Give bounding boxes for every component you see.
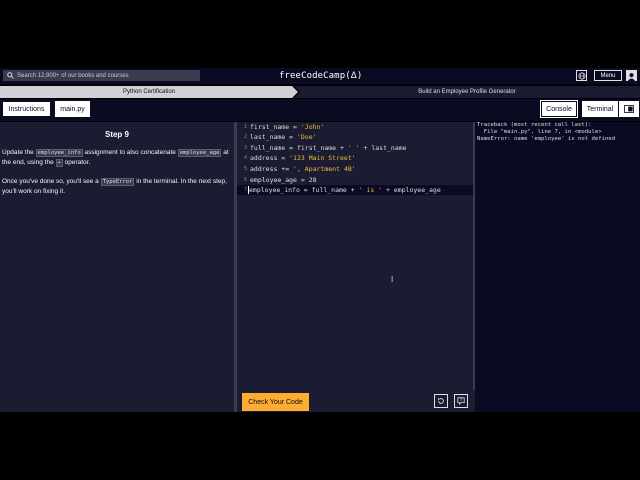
line-code: full_name = first_name + ' ' + last_name <box>250 143 407 153</box>
line-code: employee_info = full_name + ' is ' + emp… <box>248 185 441 195</box>
tab-bar: Instructions main.py Console Terminal <box>0 99 640 121</box>
user-icon <box>627 73 636 81</box>
tab-instructions[interactable]: Instructions <box>2 101 51 117</box>
code-text: + employee_age <box>382 186 441 194</box>
code-text: employee_age = 28 <box>250 176 317 184</box>
text: Once you've done so, you'll see a <box>2 178 101 185</box>
brand-name: freeCodeCamp( <box>279 71 351 81</box>
code-string: ', Apartment 4B' <box>293 165 356 173</box>
code-text: address = <box>250 154 290 162</box>
code-line[interactable]: 3 full_name = first_name + ' ' + last_nam… <box>237 143 473 153</box>
tab-console[interactable]: Console <box>540 100 578 118</box>
code-line[interactable]: 1 first_name = 'John' <box>237 122 473 132</box>
editor-footer: Check Your Code ? <box>237 390 477 412</box>
text: assignment to also concatenate <box>82 149 178 156</box>
svg-text:?: ? <box>460 398 462 403</box>
inline-code: TypeError <box>100 178 135 186</box>
line-number: 6 <box>243 177 247 183</box>
help-icon: ? <box>457 397 465 405</box>
code-line[interactable]: 5 address += ', Apartment 4B' <box>237 164 473 174</box>
terminal-output: Traceback (most recent call last): File … <box>475 122 640 412</box>
instructions-panel: Step 9 Update the employee_info assignme… <box>0 122 234 412</box>
code-string: ' is ' <box>358 186 383 194</box>
search-placeholder: Search 12,900+ of our books and courses <box>17 72 129 79</box>
brand-close: ) <box>356 71 363 81</box>
brand-logo[interactable]: freeCodeCamp(Δ) <box>279 70 362 81</box>
breadcrumb-item-project[interactable]: Build an Employee Profile Generator <box>294 86 640 98</box>
inline-code: employee_info <box>35 149 83 157</box>
code-text: full_name = first_name + <box>250 144 348 152</box>
tab-main-py[interactable]: main.py <box>55 101 90 117</box>
line-code: address = '123 Main Street' <box>250 153 356 163</box>
line-code: address += ', Apartment 4B' <box>250 164 356 174</box>
text: Update the <box>2 149 36 156</box>
search-input[interactable]: Search 12,900+ of our books and courses <box>3 70 200 81</box>
help-button[interactable]: ? <box>454 394 468 408</box>
code-text: last_name = <box>250 133 297 141</box>
top-navbar: Search 12,900+ of our books and courses … <box>0 68 640 84</box>
menu-button[interactable]: Menu <box>594 70 622 81</box>
code-line-active[interactable]: 7 employee_info = full_name + ' is ' + em… <box>237 185 473 195</box>
code-line[interactable]: 6 employee_age = 28 <box>237 175 473 185</box>
code-text: address += <box>250 165 294 173</box>
line-number: 3 <box>243 145 247 151</box>
code-string: ' ' <box>347 144 360 152</box>
avatar[interactable] <box>626 70 637 81</box>
terminal-line: Traceback (most recent call last): <box>477 122 592 128</box>
line-number: 7 <box>243 187 247 193</box>
tab-terminal[interactable]: Terminal <box>582 101 618 117</box>
line-code: employee_age = 28 <box>250 175 317 185</box>
code-text: employee_info = full_name + <box>249 186 359 194</box>
code-string: 'Doe' <box>296 133 317 141</box>
code-line[interactable]: 2 last_name = 'Doe' <box>237 132 473 142</box>
code-line[interactable]: 4 address = '123 Main Street' <box>237 153 473 163</box>
breadcrumb-item-certification[interactable]: Python Certification <box>0 86 298 98</box>
preview-icon <box>624 105 634 113</box>
line-code: first_name = 'John' <box>250 122 324 132</box>
code-editor[interactable]: 1 first_name = 'John' 2 last_name = 'Doe' … <box>237 122 473 390</box>
code-string: 'John' <box>300 123 325 131</box>
line-code: last_name = 'Doe' <box>250 132 317 142</box>
inline-code: employee_age <box>177 149 222 157</box>
step-title: Step 9 <box>104 130 129 139</box>
terminal-line: File "main.py", line 7, in <module> <box>477 129 602 135</box>
globe-icon <box>577 67 586 85</box>
code-text: first_name = <box>250 123 301 131</box>
breadcrumb: Python Certification Build an Employee P… <box>0 86 640 98</box>
code-text: + last_name <box>359 144 407 152</box>
preview-toggle-button[interactable] <box>619 101 639 117</box>
check-code-button[interactable]: Check Your Code <box>242 393 309 411</box>
terminal-line: NameError: name 'employee' is not define… <box>477 136 616 142</box>
reset-icon <box>438 397 444 404</box>
line-number: 1 <box>243 124 247 130</box>
reset-button[interactable] <box>434 394 448 408</box>
instruction-paragraph-1: Update the employee_info assignment to a… <box>2 148 230 168</box>
instruction-paragraph-2: Once you've done so, you'll see a TypeEr… <box>2 177 230 197</box>
language-button[interactable] <box>576 70 587 81</box>
mouse-cursor-icon: I <box>391 275 394 284</box>
code-string: '123 Main Street' <box>289 154 356 162</box>
line-number: 2 <box>243 134 247 140</box>
line-number: 4 <box>243 155 247 161</box>
inline-code: + <box>55 159 63 167</box>
text: operator. <box>62 159 91 166</box>
search-icon <box>6 72 14 80</box>
line-number: 5 <box>243 166 247 172</box>
